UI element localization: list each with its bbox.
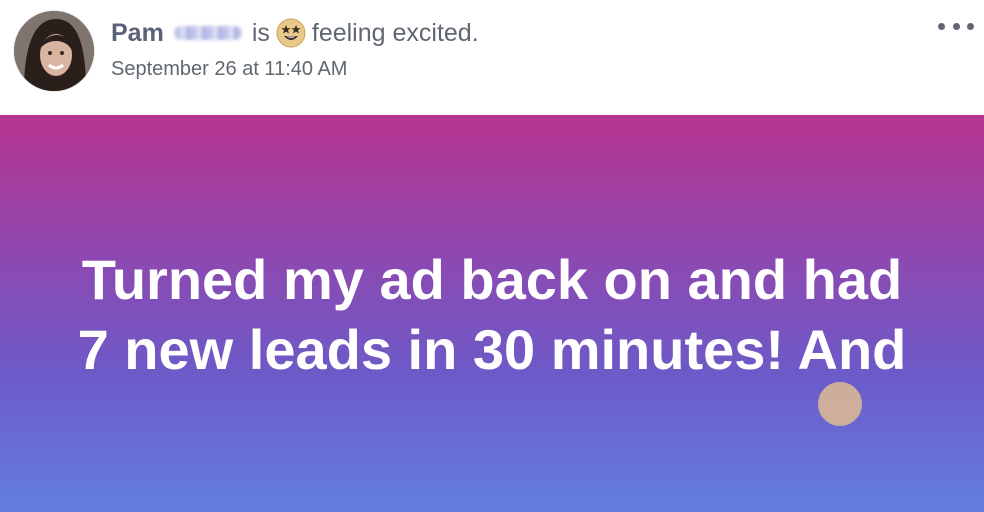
author-name-link[interactable]: Pam	[111, 19, 164, 48]
post-timestamp-link[interactable]: September 26 at 11:40 AM	[111, 58, 347, 81]
redacted-surname	[173, 26, 242, 40]
post-body-line: Turned my ad back on and had	[81, 248, 903, 311]
more-options-button[interactable]	[938, 14, 974, 38]
more-dots-icon	[938, 22, 945, 30]
post-body-line: 7 new leads in 30 minutes! And	[77, 318, 907, 381]
verb-text: is	[251, 18, 270, 47]
more-dots-icon	[952, 22, 960, 30]
partial-emoji-icon	[818, 382, 862, 426]
feeling-text: feeling excited.	[311, 18, 479, 47]
more-dots-icon	[967, 22, 974, 30]
post-body-text: Turned my ad back on and had 7 new leads…	[0, 245, 984, 385]
star-struck-emoji-icon	[276, 18, 306, 48]
facebook-post: Pam is feeling excited. September 26 at …	[0, 0, 984, 512]
post-header: Pam is feeling excited. September 26 at …	[0, 0, 984, 115]
author-line: Pam is feeling excited.	[111, 16, 479, 50]
avatar-photo	[14, 11, 94, 91]
author-avatar[interactable]	[14, 11, 94, 91]
